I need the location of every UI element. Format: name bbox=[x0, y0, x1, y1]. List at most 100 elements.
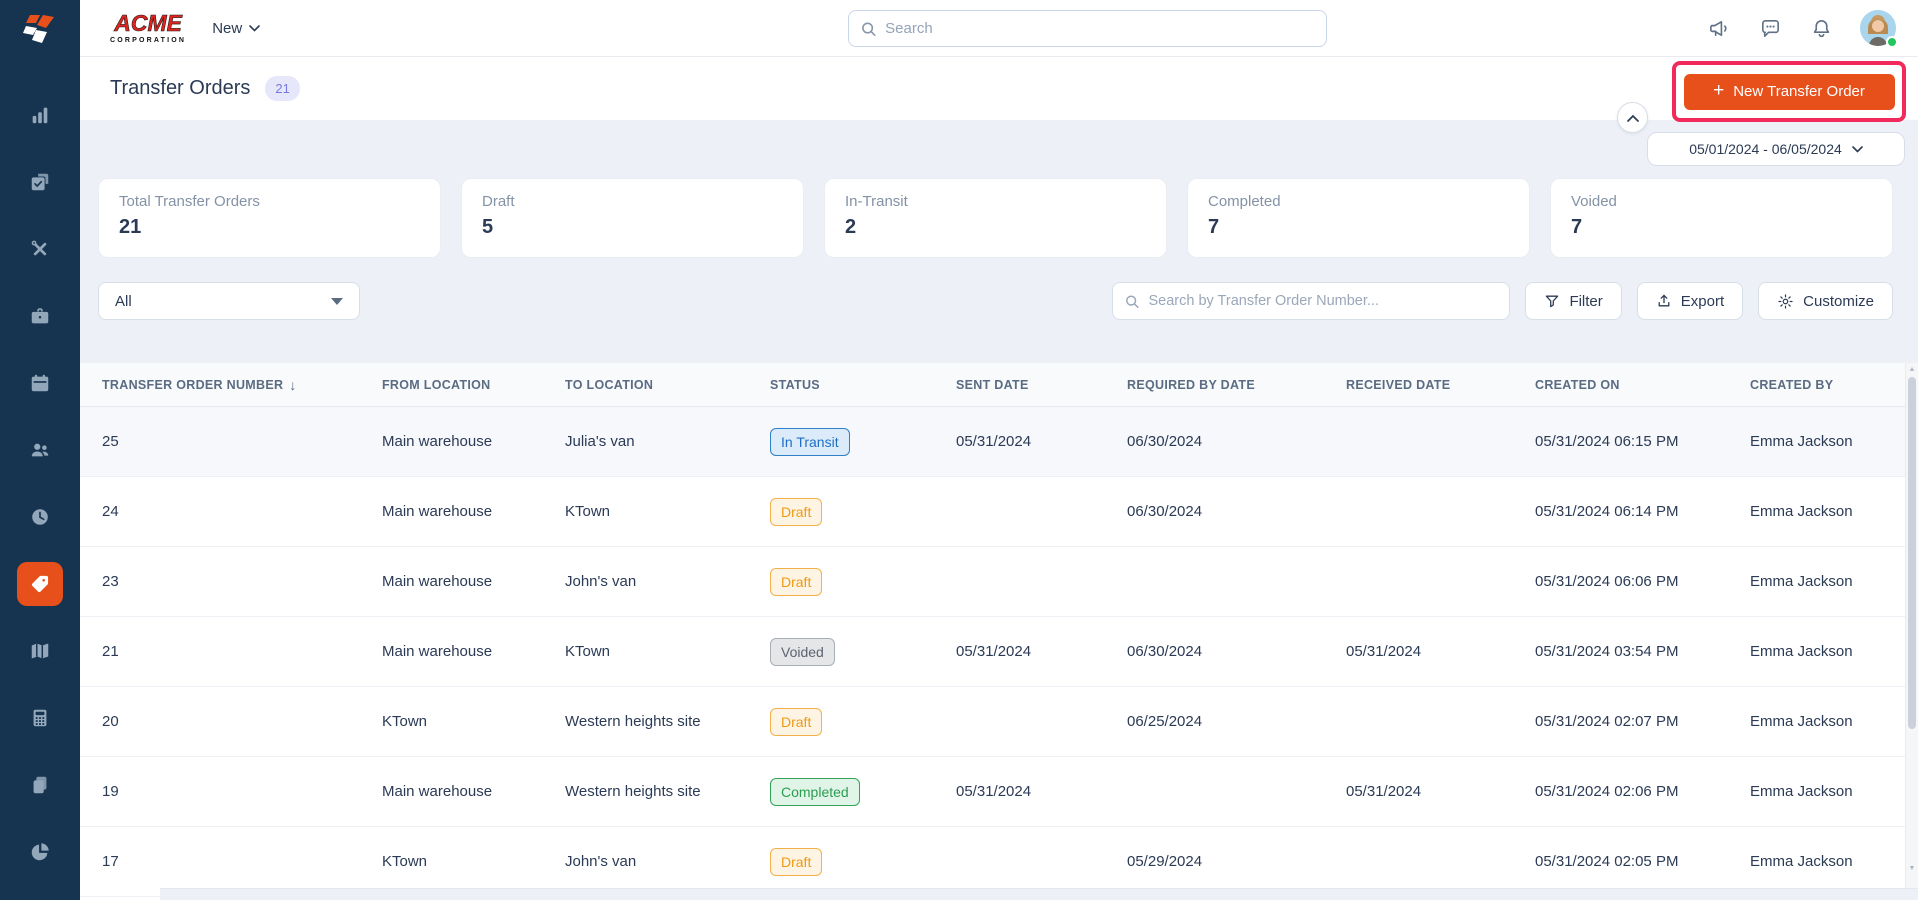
table-row[interactable]: 24 Main warehouse KTown Draft 06/30/2024… bbox=[80, 477, 1918, 547]
cell-required-by-date: 06/30/2024 bbox=[1127, 643, 1203, 660]
topbar: ACME CORPORATION New bbox=[80, 0, 1918, 57]
card-label: Draft bbox=[482, 193, 515, 210]
scrollbar-thumb[interactable] bbox=[1908, 377, 1916, 729]
sidebar-item-tasks[interactable] bbox=[17, 160, 63, 204]
cell-created-by: Emma Jackson bbox=[1750, 643, 1853, 660]
order-search[interactable] bbox=[1112, 282, 1511, 320]
app-logo[interactable] bbox=[0, 0, 80, 57]
sidebar-item-calculator[interactable] bbox=[17, 696, 63, 740]
order-search-input[interactable] bbox=[1148, 293, 1498, 309]
column-header-sent-date[interactable]: SENT DATE bbox=[956, 378, 1127, 392]
column-label: STATUS bbox=[770, 377, 820, 392]
sidebar-item-jobs[interactable] bbox=[17, 294, 63, 338]
table-row[interactable]: 19 Main warehouse Western heights site C… bbox=[80, 757, 1918, 827]
cell-created-by: Emma Jackson bbox=[1750, 433, 1853, 450]
status-badge: Draft bbox=[770, 707, 823, 736]
card-label: Voided bbox=[1571, 193, 1617, 210]
card-label: Total Transfer Orders bbox=[119, 193, 260, 210]
bell-icon bbox=[1813, 19, 1829, 37]
status-badge: Completed bbox=[770, 777, 860, 806]
column-header-required-by-date[interactable]: REQUIRED BY DATE bbox=[1127, 378, 1346, 392]
column-header-transfer-order-number[interactable]: TRANSFER ORDER NUMBER ↓ bbox=[102, 377, 382, 393]
column-header-created-by[interactable]: CREATED BY bbox=[1750, 378, 1918, 392]
filter-button[interactable]: Filter bbox=[1525, 282, 1622, 320]
summary-cards: Total Transfer Orders 21 Draft 5 In-Tran… bbox=[80, 120, 1918, 258]
sidebar-item-documents[interactable] bbox=[17, 763, 63, 807]
customize-button[interactable]: Customize bbox=[1758, 282, 1893, 320]
cell-transfer-order-number[interactable]: 25 bbox=[102, 433, 382, 450]
summary-card-draft: Draft 5 bbox=[461, 178, 804, 258]
filter-label: Filter bbox=[1569, 292, 1603, 310]
cell-received-date: 05/31/2024 bbox=[1346, 783, 1422, 800]
cell-created-on: 05/31/2024 02:06 PM bbox=[1535, 783, 1679, 800]
column-header-received-date[interactable]: RECEIVED DATE bbox=[1346, 378, 1535, 392]
messages-button[interactable] bbox=[1758, 16, 1782, 40]
cell-sent-date: 05/31/2024 bbox=[956, 783, 1032, 800]
date-range-picker[interactable]: 05/01/2024 - 06/05/2024 bbox=[1647, 132, 1905, 166]
highlight-annotation: + New Transfer Order bbox=[1672, 61, 1906, 122]
table-row[interactable]: 23 Main warehouse John's van Draft 05/31… bbox=[80, 547, 1918, 617]
cell-status: Draft bbox=[770, 497, 956, 526]
cell-from-location: KTown bbox=[382, 713, 428, 730]
cell-transfer-order-number[interactable]: 19 bbox=[102, 783, 382, 800]
sort-descending-icon[interactable]: ↓ bbox=[289, 377, 296, 393]
column-header-status[interactable]: STATUS bbox=[770, 378, 956, 392]
card-value: 5 bbox=[482, 216, 494, 238]
vertical-scrollbar[interactable]: ▲ ▼ bbox=[1905, 363, 1918, 888]
cell-transfer-order-number[interactable]: 20 bbox=[102, 713, 382, 730]
table-row[interactable]: 17 KTown John's van Draft 05/29/2024 05/… bbox=[80, 827, 1918, 897]
dropdown-arrow-icon bbox=[331, 297, 343, 305]
column-header-from-location[interactable]: FROM LOCATION bbox=[382, 378, 565, 392]
sidebar-item-analytics[interactable] bbox=[17, 93, 63, 137]
column-label: REQUIRED BY DATE bbox=[1127, 377, 1255, 392]
global-search[interactable] bbox=[848, 10, 1327, 47]
cell-transfer-order-number[interactable]: 23 bbox=[102, 573, 382, 590]
export-button[interactable]: Export bbox=[1636, 282, 1744, 320]
cell-created-on: 05/31/2024 03:54 PM bbox=[1535, 643, 1679, 660]
summary-section: 05/01/2024 - 06/05/2024 Total Transfer O… bbox=[80, 120, 1918, 363]
sidebar-item-reports[interactable] bbox=[17, 830, 63, 874]
cell-required-by-date: 05/29/2024 bbox=[1127, 853, 1203, 870]
table-row[interactable]: 20 KTown Western heights site Draft 06/2… bbox=[80, 687, 1918, 757]
announcements-button[interactable] bbox=[1707, 16, 1731, 40]
collapse-summary-button[interactable] bbox=[1617, 102, 1648, 133]
column-header-created-on[interactable]: CREATED ON bbox=[1535, 378, 1750, 392]
company-logo[interactable]: ACME CORPORATION bbox=[110, 10, 186, 44]
new-menu[interactable]: New bbox=[212, 20, 261, 37]
new-transfer-order-button[interactable]: + New Transfer Order bbox=[1683, 73, 1895, 110]
sidebar-item-time[interactable] bbox=[17, 495, 63, 539]
sidebar-item-map[interactable] bbox=[17, 629, 63, 673]
table-toolbar: All Filter Export bbox=[80, 282, 1918, 320]
cell-to-location: John's van bbox=[565, 573, 637, 590]
search-icon bbox=[862, 22, 876, 36]
orders-count-badge: 21 bbox=[265, 76, 300, 101]
scroll-up-arrow[interactable]: ▲ bbox=[1906, 366, 1918, 373]
sidebar-item-tools[interactable] bbox=[17, 227, 63, 271]
sidebar-item-transfer-orders[interactable] bbox=[17, 562, 63, 606]
cell-required-by-date: 06/25/2024 bbox=[1127, 713, 1203, 730]
cell-created-on: 05/31/2024 02:07 PM bbox=[1535, 713, 1679, 730]
plus-icon: + bbox=[1713, 79, 1725, 101]
cell-transfer-order-number[interactable]: 21 bbox=[102, 643, 382, 660]
summary-card-total: Total Transfer Orders 21 bbox=[98, 178, 441, 258]
column-header-to-location[interactable]: TO LOCATION bbox=[565, 378, 770, 392]
company-logo-text: ACME bbox=[114, 10, 182, 36]
notifications-button[interactable] bbox=[1809, 16, 1833, 40]
status-badge: Draft bbox=[770, 847, 823, 876]
cell-transfer-order-number[interactable]: 24 bbox=[102, 503, 382, 520]
table-row[interactable]: 25 Main warehouse Julia's van In Transit… bbox=[80, 407, 1918, 477]
global-search-input[interactable] bbox=[885, 20, 1314, 37]
table-row[interactable]: 21 Main warehouse KTown Voided 05/31/202… bbox=[80, 617, 1918, 687]
cell-to-location: Western heights site bbox=[565, 713, 701, 730]
calculator-icon bbox=[33, 709, 47, 727]
cell-to-location: KTown bbox=[565, 503, 611, 520]
megaphone-icon bbox=[1709, 20, 1727, 36]
cell-created-on: 05/31/2024 02:05 PM bbox=[1535, 853, 1679, 870]
sidebar-item-calendar[interactable] bbox=[17, 361, 63, 405]
cell-transfer-order-number[interactable]: 17 bbox=[102, 853, 382, 870]
scroll-down-arrow[interactable]: ▼ bbox=[1906, 865, 1918, 872]
sidebar-item-users[interactable] bbox=[17, 428, 63, 472]
user-avatar[interactable] bbox=[1860, 10, 1898, 48]
status-filter-select[interactable]: All bbox=[98, 282, 360, 320]
summary-card-in-transit: In-Transit 2 bbox=[824, 178, 1167, 258]
